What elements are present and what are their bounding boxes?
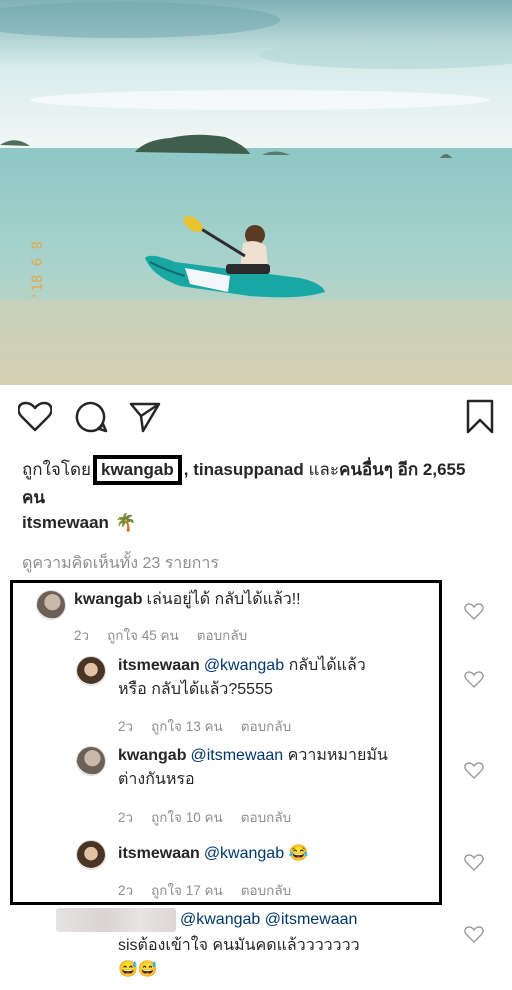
comment-username[interactable]: itsmewaan — [118, 657, 200, 674]
comment-text: กลับได้แล้ว — [288, 657, 366, 674]
comment-text: sisต้องเข้าใจ คนมันคดแล้ววววววว — [118, 937, 360, 954]
sweat-smile-emoji-icon: 😅😅 — [118, 961, 158, 978]
reply-button[interactable]: ตอบกลับ — [197, 624, 247, 646]
likes-separator: , — [183, 460, 189, 479]
comment-button[interactable] — [71, 397, 111, 437]
comment-like-heart-icon[interactable] — [464, 761, 484, 781]
comment-time: 2ว — [74, 628, 90, 643]
comment-meta: 2ว ถูกใจ 10 คน ตอบกลับ — [118, 806, 291, 828]
comment-body: itsmewaan @kwangab 😂 — [118, 842, 438, 866]
comment-like-heart-icon[interactable] — [464, 670, 484, 690]
likes-and: และ — [308, 460, 339, 479]
heart-icon — [18, 401, 52, 432]
avatar[interactable] — [36, 590, 66, 620]
reply-button[interactable]: ตอบกลับ — [241, 879, 291, 901]
comment-like-heart-icon[interactable] — [464, 853, 484, 873]
comment-body: kwangab เล่นอยู่ได้ กลับได้แล้ว!! — [74, 588, 434, 612]
post-action-bar — [0, 397, 512, 439]
blurred-username — [56, 908, 176, 932]
likes-prefix: ถูกใจโดย — [22, 460, 91, 479]
comment-username[interactable]: itsmewaan — [118, 845, 200, 862]
avatar[interactable] — [76, 656, 106, 686]
comment-meta: 2ว ถูกใจ 13 คน ตอบกลับ — [118, 715, 291, 737]
laughing-emoji-icon: 😂 — [288, 845, 309, 862]
comment-username[interactable]: kwangab — [74, 591, 142, 608]
caption-username[interactable]: itsmewaan — [22, 513, 109, 533]
comment-meta: 2ว ถูกใจ 45 คน ตอบกลับ — [74, 624, 247, 646]
comment-time: 2ว — [118, 883, 134, 898]
comment-mention[interactable]: @kwangab — [204, 845, 284, 862]
comment-text: เล่นอยู่ได้ กลับได้แล้ว!! — [146, 591, 301, 608]
save-button[interactable] — [460, 397, 500, 437]
liker-kwangab-link[interactable]: kwangab — [92, 455, 182, 485]
comment-meta: 2ว ถูกใจ 17 คน ตอบกลับ — [118, 879, 291, 901]
post-photo[interactable]: '18 6 8 — [0, 0, 512, 385]
avatar[interactable] — [76, 746, 106, 776]
comment-mention[interactable]: @kwangab @itsmewaan — [180, 911, 357, 928]
palm-tree-icon: 🌴 — [114, 513, 137, 532]
comment-text: ความหมายมัน — [287, 747, 388, 764]
comment-body: @kwangab @itsmewaan — [180, 908, 450, 932]
date-stamp: '18 6 8 — [30, 241, 46, 300]
comment-like-heart-icon[interactable] — [464, 602, 484, 622]
comment-text: หรือ กลับได้แล้ว?5555 — [118, 681, 273, 698]
comment-like-heart-icon[interactable] — [464, 925, 484, 945]
comment-text: ต่างกันหรอ — [118, 771, 195, 788]
likes-others-link[interactable]: คนอื่นๆ อีก — [339, 460, 418, 479]
comment-likes-count[interactable]: ถูกใจ 45 คน — [107, 624, 179, 646]
comment-time: 2ว — [118, 810, 134, 825]
comment-mention[interactable]: @itsmewaan — [190, 747, 283, 764]
comment-likes-count[interactable]: ถูกใจ 17 คน — [151, 879, 223, 901]
reply-button[interactable]: ตอบกลับ — [241, 715, 291, 737]
share-button[interactable] — [125, 397, 165, 437]
beach-kayak-photo: '18 6 8 — [0, 0, 512, 385]
liker-tinasuppanad-link[interactable]: tinasuppanad — [193, 460, 304, 479]
comment-time: 2ว — [118, 719, 134, 734]
comment-body: sisต้องเข้าใจ คนมันคดแล้ววววววว 😅😅 — [118, 934, 448, 982]
comment-likes-count[interactable]: ถูกใจ 10 คน — [151, 806, 223, 828]
comment-likes-count[interactable]: ถูกใจ 13 คน — [151, 715, 223, 737]
comment-username[interactable]: kwangab — [118, 747, 186, 764]
view-all-comments-link[interactable]: ดูความคิดเห็นทั้ง 23 รายการ — [22, 551, 219, 576]
comment-mention[interactable]: @kwangab — [204, 657, 284, 674]
avatar[interactable] — [76, 840, 106, 870]
comment-icon — [75, 401, 108, 433]
comment-body: itsmewaan @kwangab กลับได้แล้ว หรือ กลับไ… — [118, 654, 438, 702]
bookmark-icon — [466, 399, 494, 434]
comment-body: kwangab @itsmewaan ความหมายมัน ต่างกันหรอ — [118, 744, 438, 792]
likes-summary: ถูกใจโดย kwangab, tinasuppanad และคนอื่นๆ… — [22, 455, 492, 510]
post-caption: itsmewaan 🌴 — [22, 513, 136, 533]
share-icon — [129, 402, 161, 433]
like-button[interactable] — [15, 397, 55, 437]
reply-button[interactable]: ตอบกลับ — [241, 806, 291, 828]
